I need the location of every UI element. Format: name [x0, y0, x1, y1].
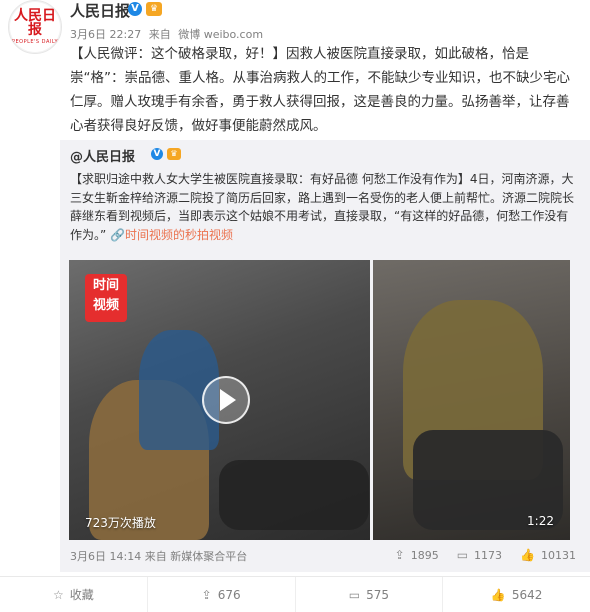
video-view-count: 723万次播放 — [85, 516, 156, 530]
vip-crown-icon: ♛ — [167, 148, 181, 160]
avatar-subtitle: PEOPLE'S DAILY — [11, 39, 59, 45]
star-icon: ☆ — [52, 587, 64, 602]
comment-icon: ▭ — [348, 587, 361, 602]
video-duration: 1:22 — [527, 514, 554, 528]
like-icon: 👍 — [520, 548, 535, 562]
repost-comment-button[interactable]: ▭ 1173 — [457, 548, 502, 562]
avatar[interactable]: 人民日报 PEOPLE'S DAILY — [8, 0, 62, 54]
author-name[interactable]: 人民日报 — [70, 0, 130, 21]
repost-actions: ⇪ 1895 ▭ 1173 👍 10131 — [395, 548, 576, 562]
repost-like-count: 10131 — [541, 548, 576, 562]
post-headline: 【人民微评：这个破格录取，好！】 — [70, 46, 286, 62]
like-button[interactable]: 👍 5642 — [443, 577, 590, 612]
video-link-label: 时间视频的秒拍视频 — [125, 227, 234, 242]
repost-comment-count: 1173 — [474, 548, 503, 562]
favorite-label: 收藏 — [69, 588, 94, 602]
video-link[interactable]: 🔗时间视频的秒拍视频 — [110, 228, 233, 242]
comment-button[interactable]: ▭ 575 — [296, 577, 444, 612]
favorite-button[interactable]: ☆ 收藏 — [0, 577, 148, 612]
play-icon[interactable] — [202, 376, 250, 424]
share-count: 676 — [217, 587, 241, 602]
post-source-prefix: 来自 — [148, 28, 171, 41]
like-count: 5642 — [511, 587, 543, 602]
repost-share-count: 1895 — [410, 548, 439, 562]
avatar-logo: 人民日报 — [14, 8, 56, 38]
video-thumbnail[interactable]: 时间 视频 723万次播放 — [69, 260, 370, 540]
vip-crown-icon: ♛ — [146, 2, 162, 16]
repost-author[interactable]: @人民日报 — [70, 146, 135, 165]
share-button[interactable]: ⇪ 676 — [148, 577, 296, 612]
post-time[interactable]: 3月6日 22:27 — [70, 28, 141, 41]
comment-count: 575 — [366, 587, 389, 602]
link-icon: 🔗 — [110, 227, 125, 242]
repost-like-button[interactable]: 👍 10131 — [520, 548, 576, 562]
repost-footer: 3月6日 14:14 来自 新媒体聚合平台 — [70, 548, 247, 564]
verified-icon: V — [128, 2, 142, 16]
repost-time[interactable]: 3月6日 14:14 — [70, 550, 141, 563]
weibo-post-card: 人民日报 PEOPLE'S DAILY 人民日报 V ♛ 3月6日 22:27 … — [0, 0, 590, 612]
post-meta: 3月6日 22:27 来自 微博 weibo.com — [70, 26, 267, 42]
post-body: 【人民微评：这个破格录取，好！】因救人被医院直接录取，如此破格，恰是崇“格”：崇… — [70, 42, 578, 138]
repost-share-button[interactable]: ⇪ 1895 — [395, 548, 439, 562]
video-tag-logo: 时间 视频 — [85, 274, 127, 322]
repost-card: @人民日报 V ♛ 【求职归途中救人女大学生被医院直接录取：有好品德 何愁工作没… — [60, 140, 590, 572]
repost-source[interactable]: 来自 新媒体聚合平台 — [145, 550, 248, 563]
action-bar: ☆ 收藏 ⇪ 676 ▭ 575 👍 5642 — [0, 577, 590, 612]
photo-thumbnail[interactable]: 1:22 — [373, 260, 570, 540]
media-area: 时间 视频 723万次播放 1:22 — [69, 260, 570, 540]
post-source[interactable]: 微博 weibo.com — [178, 28, 263, 41]
repost-body: 【求职归途中救人女大学生被医院直接录取：有好品德 何愁工作没有作为】4日，河南济… — [70, 170, 578, 244]
like-icon: 👍 — [490, 587, 506, 602]
comment-icon: ▭ — [456, 548, 469, 562]
person-shape — [219, 460, 369, 530]
share-icon: ⇪ — [201, 587, 212, 602]
share-icon: ⇪ — [394, 548, 405, 562]
verified-icon: V — [151, 148, 163, 160]
